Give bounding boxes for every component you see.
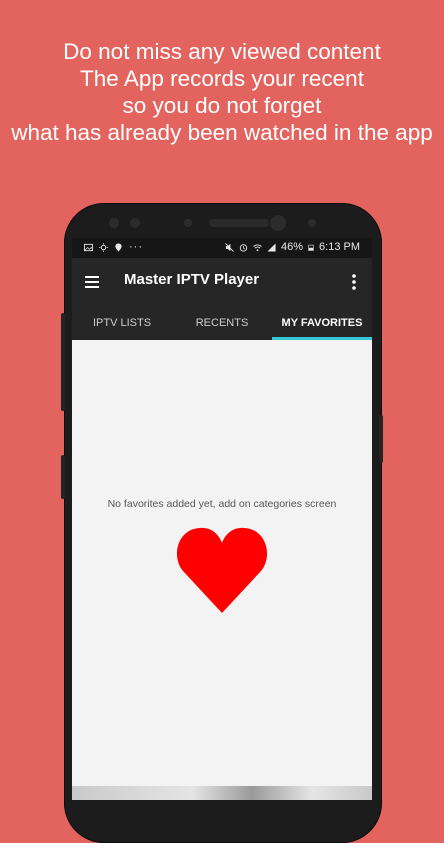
bottom-edge	[72, 786, 372, 800]
heart-icon	[176, 527, 268, 613]
app-title: Master IPTV Player	[124, 271, 260, 288]
sensor-dot	[308, 219, 316, 227]
promo-line-1: Do not miss any viewed content	[63, 39, 381, 64]
promo-caption: Do not miss any viewed content The App r…	[0, 38, 444, 146]
photo-icon	[84, 243, 93, 251]
power-button	[379, 415, 383, 463]
location-icon	[115, 242, 122, 252]
bixby-button	[61, 455, 65, 499]
tab-my-favorites[interactable]: MY FAVORITES	[272, 306, 372, 340]
sensor-dot	[130, 218, 140, 228]
tab-iptv-lists[interactable]: IPTV LISTS	[72, 306, 172, 340]
tab-bar: IPTV LISTS RECENTS MY FAVORITES	[72, 306, 372, 340]
alarm-icon	[239, 243, 248, 252]
wifi-icon	[253, 244, 262, 251]
status-bar: ··· 46% 6:13 PM	[72, 238, 372, 258]
brightness-icon	[99, 242, 108, 252]
volume-button	[61, 313, 65, 411]
promo-line-2: The App records your recent	[80, 66, 364, 91]
speaker-grille	[209, 219, 269, 227]
notification-overflow: ···	[129, 241, 143, 253]
hamburger-menu-icon[interactable]	[84, 273, 102, 291]
phone-screen: ··· 46% 6:13 PM Master IPTV Player IPTV …	[72, 238, 372, 800]
promo-line-4: what has already been watched in the app	[11, 120, 433, 145]
promo-line-3: so you do not forget	[122, 93, 322, 118]
status-time: 6:13 PM	[319, 241, 360, 253]
empty-state-message: No favorites added yet, add on categorie…	[107, 498, 337, 510]
sensor-dot	[109, 218, 119, 228]
tab-recents[interactable]: RECENTS	[172, 306, 272, 340]
app-bar: Master IPTV Player	[72, 258, 372, 306]
mute-icon	[225, 242, 234, 252]
front-camera	[270, 215, 286, 231]
battery-percent: 46%	[281, 241, 304, 253]
sensor-dot	[184, 219, 192, 227]
signal-icon	[267, 242, 276, 252]
more-vert-icon[interactable]	[346, 272, 362, 292]
battery-icon	[308, 244, 314, 251]
